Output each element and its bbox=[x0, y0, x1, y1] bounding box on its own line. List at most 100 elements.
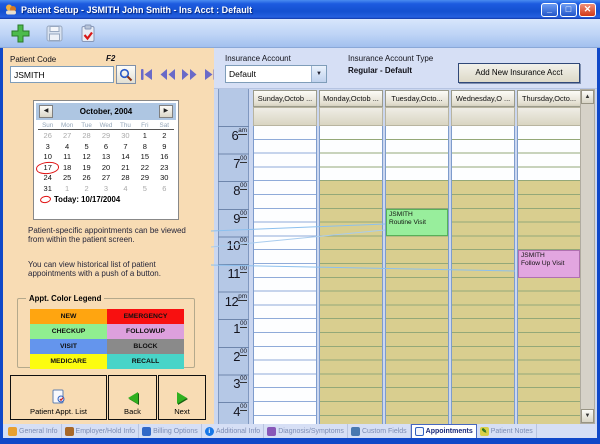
f2-hint: F2 bbox=[106, 54, 115, 63]
calendar-date[interactable]: 13 bbox=[96, 152, 115, 162]
calendar-date[interactable]: 10 bbox=[38, 152, 57, 162]
chevron-down-icon[interactable]: ▼ bbox=[311, 66, 326, 82]
day-header-0[interactable]: Sunday,Octob ... bbox=[253, 90, 317, 107]
calendar-date[interactable]: 7 bbox=[116, 142, 135, 152]
calendar-date[interactable]: 26 bbox=[38, 131, 57, 141]
back-label: Back bbox=[124, 407, 141, 416]
calendar-date[interactable]: 3 bbox=[96, 184, 115, 194]
hour-label-300: 300 bbox=[218, 375, 247, 393]
maximize-button[interactable]: □ bbox=[560, 3, 577, 17]
appointment-routine-visit[interactable]: JSMITHRoutine Visit bbox=[386, 209, 448, 237]
minimize-button[interactable]: _ bbox=[541, 3, 558, 17]
calendar-dow-label: Wed bbox=[96, 122, 115, 129]
today-circle-icon bbox=[39, 195, 51, 204]
calendar-date[interactable]: 30 bbox=[116, 131, 135, 141]
calendar-date[interactable]: 15 bbox=[135, 152, 154, 162]
patient-search-button[interactable] bbox=[116, 65, 136, 84]
calendar-prev-button[interactable]: ◀ bbox=[39, 105, 53, 118]
calendar-date[interactable]: 12 bbox=[77, 152, 96, 162]
schedule-scrollbar[interactable]: ▲ ▼ bbox=[580, 89, 595, 424]
calendar-date[interactable]: 2 bbox=[155, 131, 174, 141]
hour-label-400: 400 bbox=[218, 403, 247, 421]
prev-record-icon[interactable] bbox=[160, 69, 175, 80]
close-button[interactable]: ✕ bbox=[579, 3, 596, 17]
calendar-date[interactable]: 11 bbox=[57, 152, 76, 162]
tab-general-info[interactable]: General Info bbox=[5, 424, 62, 438]
calendar-date[interactable]: 29 bbox=[135, 173, 154, 183]
calendar-date[interactable]: 23 bbox=[155, 163, 174, 173]
calendar-next-button[interactable]: ▶ bbox=[159, 105, 173, 118]
next-arrow-icon bbox=[177, 392, 187, 404]
allday-strip-3 bbox=[451, 107, 515, 126]
insurance-account-select[interactable]: Default ▼ bbox=[225, 65, 327, 83]
calendar-date[interactable]: 30 bbox=[155, 173, 174, 183]
patient-code-label: Patient Code bbox=[10, 55, 56, 64]
day-header-3[interactable]: Wednesday,O ... bbox=[451, 90, 515, 107]
calendar-date[interactable]: 9 bbox=[155, 142, 174, 152]
add-insurance-button[interactable]: Add New Insurance Acct bbox=[458, 63, 580, 83]
calendar-dow-label: Mon bbox=[57, 122, 76, 129]
calendar-date[interactable]: 4 bbox=[116, 184, 135, 194]
app-icon bbox=[4, 3, 17, 16]
calendar-date[interactable]: 20 bbox=[96, 163, 115, 173]
scroll-up-icon[interactable]: ▲ bbox=[581, 90, 594, 104]
calendar-date[interactable]: 29 bbox=[96, 131, 115, 141]
day-column-0[interactable] bbox=[253, 126, 317, 424]
calendar-date[interactable]: 6 bbox=[96, 142, 115, 152]
calendar-date[interactable]: 28 bbox=[116, 173, 135, 183]
calendar-date[interactable]: 1 bbox=[135, 131, 154, 141]
calendar-date[interactable]: 3 bbox=[38, 142, 57, 152]
day-header-4[interactable]: Thursday,Octo... bbox=[517, 90, 581, 107]
calendar-date[interactable]: 8 bbox=[135, 142, 154, 152]
calendar-date[interactable]: 22 bbox=[135, 163, 154, 173]
appt-list-icon bbox=[52, 389, 65, 404]
calendar-date[interactable]: 28 bbox=[77, 131, 96, 141]
day-header-2[interactable]: Tuesday,Octo... bbox=[385, 90, 449, 107]
calendar-date[interactable]: 2 bbox=[77, 184, 96, 194]
calendar-date[interactable]: 14 bbox=[116, 152, 135, 162]
save-button[interactable] bbox=[39, 21, 69, 46]
add-patient-button[interactable] bbox=[5, 21, 35, 46]
day-column-1[interactable] bbox=[319, 126, 383, 424]
tab-patient-notes[interactable]: ✎Patient Notes bbox=[477, 424, 537, 438]
tab-custom-fields[interactable]: Custom Fields bbox=[348, 424, 411, 438]
tab-diagnosis-symptoms[interactable]: Diagnosis/Symptoms bbox=[264, 424, 348, 438]
tab-additional-info[interactable]: iAdditional Info bbox=[202, 424, 264, 438]
day-header-1[interactable]: Monday,Octob ... bbox=[319, 90, 383, 107]
back-button[interactable]: Back bbox=[108, 375, 157, 420]
verify-button[interactable] bbox=[73, 21, 103, 46]
calendar-date[interactable]: 27 bbox=[96, 173, 115, 183]
next-button[interactable]: Next bbox=[158, 375, 206, 420]
tab-employer-hold-info[interactable]: Employer/Hold Info bbox=[62, 424, 140, 438]
calendar-grid: 2627282930123456789101112131415161718192… bbox=[38, 131, 174, 193]
patient-code-input[interactable] bbox=[10, 66, 114, 83]
scroll-down-icon[interactable]: ▼ bbox=[581, 409, 594, 423]
patient-appt-list-button[interactable]: Patient Appt. List bbox=[10, 375, 107, 420]
calendar-date[interactable]: 16 bbox=[155, 152, 174, 162]
calendar-date-selected[interactable]: 17 bbox=[38, 163, 57, 173]
calendar-date[interactable]: 1 bbox=[57, 184, 76, 194]
calendar-date[interactable]: 26 bbox=[77, 173, 96, 183]
tab-label: Billing Options bbox=[153, 428, 198, 435]
calendar-date[interactable]: 27 bbox=[57, 131, 76, 141]
calendar-date[interactable]: 21 bbox=[116, 163, 135, 173]
calendar-date[interactable]: 25 bbox=[57, 173, 76, 183]
appt-type: Follow Up Visit bbox=[521, 260, 577, 268]
day-column-3[interactable] bbox=[451, 126, 515, 424]
calendar-dow-label: Fri bbox=[135, 122, 154, 129]
next-record-icon[interactable] bbox=[182, 69, 197, 80]
tab-label: Patient Notes bbox=[491, 428, 533, 435]
calendar-date[interactable]: 19 bbox=[77, 163, 96, 173]
calendar-date[interactable]: 5 bbox=[135, 184, 154, 194]
tab-billing-options[interactable]: Billing Options bbox=[139, 424, 202, 438]
calendar-date[interactable]: 31 bbox=[38, 184, 57, 194]
calendar-date[interactable]: 24 bbox=[38, 173, 57, 183]
first-record-icon[interactable] bbox=[140, 69, 153, 80]
calendar-date[interactable]: 18 bbox=[57, 163, 76, 173]
tab-appointments[interactable]: Appointments bbox=[411, 424, 477, 438]
calendar-date[interactable]: 6 bbox=[155, 184, 174, 194]
appointment-follow-up-visit[interactable]: JSMITHFollow Up Visit bbox=[518, 250, 580, 278]
day-column-2[interactable] bbox=[385, 126, 449, 424]
calendar-date[interactable]: 4 bbox=[57, 142, 76, 152]
calendar-date[interactable]: 5 bbox=[77, 142, 96, 152]
